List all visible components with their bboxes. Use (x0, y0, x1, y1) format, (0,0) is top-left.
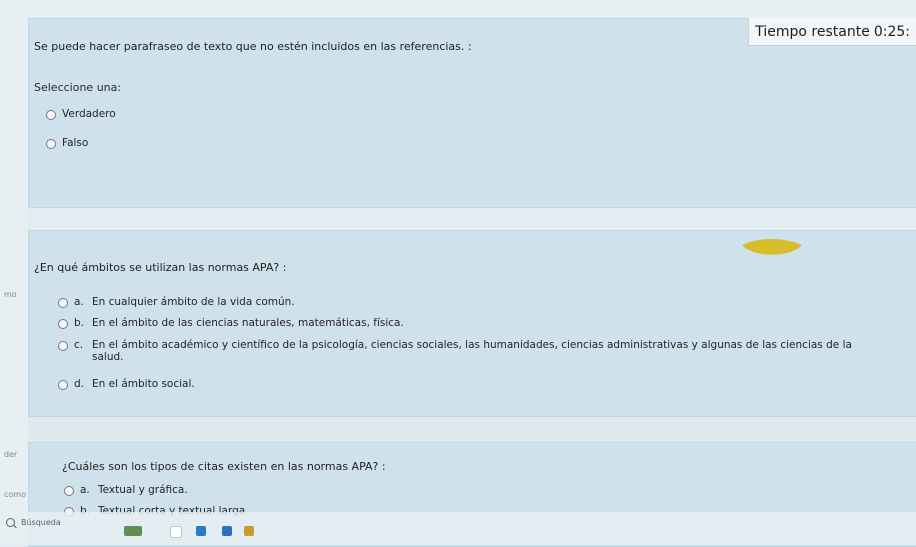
search-icon[interactable] (6, 517, 15, 527)
app-icon[interactable] (244, 526, 254, 536)
answer-option-label: En el ámbito académico y científico de l… (92, 339, 852, 363)
radio-icon[interactable] (58, 341, 68, 351)
answer-option-letter: a. (74, 296, 84, 308)
answer-option-letter: a. (80, 484, 90, 496)
answer-option-letter: c. (74, 339, 84, 351)
app-icon[interactable] (196, 526, 206, 536)
question-3-text: ¿Cuáles son los tipos de citas existen e… (62, 460, 386, 473)
timer-label: Tiempo restante (755, 23, 870, 40)
taskbar-search-label: Búsqueda (21, 517, 61, 527)
radio-icon[interactable] (58, 319, 68, 329)
app-icon[interactable] (222, 526, 232, 536)
answer-option-label: Verdadero (62, 108, 116, 120)
answer-option-letter: b. (74, 317, 85, 329)
radio-icon[interactable] (58, 380, 68, 390)
app-icon[interactable] (170, 526, 182, 538)
left-sidebar-strip: mo der como (0, 0, 28, 545)
answer-option[interactable]: Falso (46, 137, 88, 149)
taskbar-search[interactable]: Búsqueda (6, 515, 61, 529)
answer-option-letter: d. (74, 378, 85, 390)
answer-option-label: Falso (62, 137, 89, 149)
answer-option[interactable]: d. En el ámbito social. (58, 378, 195, 390)
answer-option-label: En el ámbito de las ciencias naturales, … (92, 317, 404, 329)
answer-option[interactable]: a. Textual y gráfica. (64, 484, 188, 496)
radio-icon[interactable] (64, 486, 74, 496)
time-remaining-box: Tiempo restante 0:25: (748, 18, 916, 46)
answer-option-label: En el ámbito social. (92, 378, 195, 390)
answer-option[interactable]: b. En el ámbito de las ciencias naturale… (58, 317, 404, 329)
question-2-text: ¿En qué ámbitos se utilizan las normas A… (34, 261, 287, 274)
timer-value: 0:25: (873, 23, 910, 40)
radio-icon[interactable] (58, 298, 68, 308)
radio-icon[interactable] (46, 110, 56, 120)
question-1-text: Se puede hacer parafraseo de texto que n… (34, 40, 472, 53)
answer-option-label: En cualquier ámbito de la vida común. (92, 296, 295, 308)
sidebar-fragment-1: mo (4, 290, 17, 299)
question-1-prompt: Seleccione una: (34, 81, 122, 94)
sidebar-fragment-2: der (4, 450, 18, 459)
answer-option[interactable]: a. En cualquier ámbito de la vida común. (58, 296, 295, 308)
sidebar-fragment-3: como (4, 490, 26, 499)
answer-option-label: Textual y gráfica. (98, 484, 188, 496)
answer-option[interactable]: c. En el ámbito académico y científico d… (58, 339, 878, 363)
answer-option[interactable]: Verdadero (46, 108, 116, 120)
app-icon[interactable] (124, 526, 142, 536)
radio-icon[interactable] (46, 139, 56, 149)
